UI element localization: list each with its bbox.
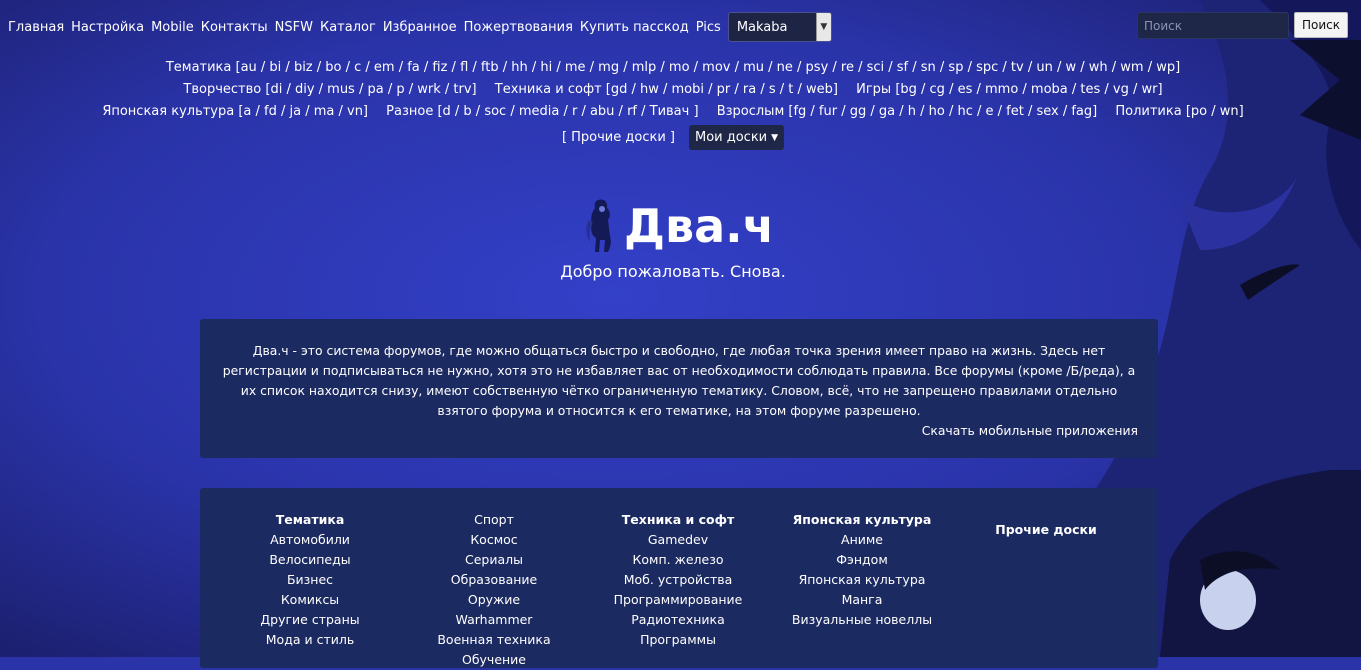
chevron-down-icon[interactable]: ▼ bbox=[815, 13, 831, 41]
category-link[interactable]: Аниме bbox=[772, 530, 952, 550]
category-link[interactable]: Программирование bbox=[588, 590, 768, 610]
nav-link-buy-passcode[interactable]: Купить пасскод bbox=[580, 20, 689, 35]
category-link[interactable]: Образование bbox=[404, 570, 584, 590]
board-group-thematic[interactable]: Тематика [au / bi / biz / bo / c / em / … bbox=[166, 60, 1180, 75]
download-apps-link[interactable]: Скачать мобильные приложения bbox=[922, 423, 1138, 438]
category-link[interactable]: Программы bbox=[588, 630, 768, 650]
mascot-icon bbox=[586, 199, 611, 252]
category-link[interactable]: Велосипеды bbox=[220, 550, 400, 570]
boards-row-3: Японская культура [a / fd / ja / ma / vn… bbox=[0, 104, 1346, 119]
category-link[interactable]: Военная техника bbox=[404, 630, 584, 650]
nav-link-nsfw[interactable]: NSFW bbox=[275, 20, 313, 35]
board-group-japanese[interactable]: Японская культура [a / fd / ja / ma / vn… bbox=[102, 104, 368, 119]
site-logo[interactable]: Два.ч bbox=[580, 196, 774, 256]
search-bar: Поиск bbox=[1137, 12, 1348, 39]
boards-extra-row: [ Прочие доски ] Мои доски ▼ bbox=[0, 125, 1346, 150]
category-link[interactable]: Фэндом bbox=[772, 550, 952, 570]
my-boards-dropdown[interactable]: Мои доски ▼ bbox=[688, 125, 785, 150]
nav-link-favorites[interactable]: Избранное bbox=[383, 20, 457, 35]
category-link[interactable]: Манга bbox=[772, 590, 952, 610]
other-boards-link[interactable]: [ Прочие доски ] bbox=[562, 130, 675, 145]
category-title: Тематика bbox=[275, 512, 345, 527]
category-link[interactable]: Моб. устройства bbox=[588, 570, 768, 590]
category-column-other: Прочие доски bbox=[956, 520, 1136, 540]
board-group-games[interactable]: Игры [bg / cg / es / mmo / moba / tes / … bbox=[856, 82, 1162, 97]
intro-text: Два.ч - это система форумов, где можно о… bbox=[222, 343, 1136, 418]
categories-panel: Тематика Автомобили Велосипеды Бизнес Ко… bbox=[200, 488, 1158, 668]
nav-link-mobile[interactable]: Mobile bbox=[151, 20, 194, 35]
category-link[interactable]: Комп. железо bbox=[588, 550, 768, 570]
category-column-thematic-continued: Спорт Космос Сериалы Образование Оружие … bbox=[404, 510, 584, 670]
caret-down-icon: ▼ bbox=[771, 132, 779, 143]
search-input[interactable] bbox=[1137, 12, 1289, 39]
my-boards-label: Мои доски bbox=[694, 130, 768, 145]
category-column-japanese: Японская культура Аниме Фэндом Японская … bbox=[772, 510, 952, 630]
category-link[interactable]: Оружие bbox=[404, 590, 584, 610]
category-link[interactable]: Бизнес bbox=[220, 570, 400, 590]
category-column-tech: Техника и софт Gamedev Комп. железо Моб.… bbox=[588, 510, 768, 650]
style-select-value: Makaba bbox=[736, 19, 788, 35]
board-group-tech[interactable]: Техника и софт [gd / hw / mobi / pr / ra… bbox=[495, 82, 838, 97]
style-select[interactable]: Makaba ▼ bbox=[727, 12, 832, 42]
category-title: Японская культура bbox=[792, 512, 932, 527]
site-title: Два.ч bbox=[624, 199, 775, 253]
category-title: Техника и софт bbox=[621, 512, 735, 527]
nav-link-settings[interactable]: Настройка bbox=[71, 20, 144, 35]
category-column-thematic: Тематика Автомобили Велосипеды Бизнес Ко… bbox=[220, 510, 400, 650]
category-link[interactable]: Обучение bbox=[404, 650, 584, 670]
category-link[interactable]: Комиксы bbox=[220, 590, 400, 610]
category-link[interactable]: Другие страны bbox=[220, 610, 400, 630]
category-link[interactable]: Космос bbox=[404, 530, 584, 550]
category-link[interactable]: Автомобили bbox=[220, 530, 400, 550]
category-link[interactable]: Визуальные новеллы bbox=[772, 610, 952, 630]
board-group-creative[interactable]: Творчество [di / diy / mus / pa / p / wr… bbox=[183, 82, 476, 97]
welcome-text: Добро пожаловать. Снова. bbox=[560, 262, 786, 281]
category-link[interactable]: Японская культура bbox=[772, 570, 952, 590]
board-group-misc[interactable]: Разное [d / b / soc / media / r / abu / … bbox=[386, 104, 698, 119]
intro-panel: Два.ч - это система форумов, где можно о… bbox=[200, 319, 1158, 458]
nav-link-catalog[interactable]: Каталог bbox=[320, 20, 376, 35]
category-title[interactable]: Прочие доски bbox=[956, 520, 1136, 540]
category-link[interactable]: Gamedev bbox=[588, 530, 768, 550]
nav-link-contacts[interactable]: Контакты bbox=[201, 20, 268, 35]
boards-row-2: Творчество [di / diy / mus / pa / p / wr… bbox=[0, 82, 1346, 97]
top-navigation: Главная Настройка Mobile Контакты NSFW К… bbox=[8, 12, 832, 42]
nav-link-pics[interactable]: Pics bbox=[696, 20, 721, 35]
boards-row-1: Тематика [au / bi / biz / bo / c / em / … bbox=[0, 60, 1346, 75]
category-link[interactable]: Warhammer bbox=[404, 610, 584, 630]
nav-link-home[interactable]: Главная bbox=[8, 20, 64, 35]
category-link[interactable]: Сериалы bbox=[404, 550, 584, 570]
nav-link-donations[interactable]: Пожертвования bbox=[464, 20, 573, 35]
search-button[interactable]: Поиск bbox=[1294, 12, 1348, 38]
category-link[interactable]: Мода и стиль bbox=[220, 630, 400, 650]
board-group-adult[interactable]: Взрослым [fg / fur / gg / ga / h / ho / … bbox=[717, 104, 1098, 119]
category-link[interactable]: Спорт bbox=[404, 510, 584, 530]
board-group-politics[interactable]: Политика [po / wn] bbox=[1115, 104, 1243, 119]
category-link[interactable]: Радиотехника bbox=[588, 610, 768, 630]
